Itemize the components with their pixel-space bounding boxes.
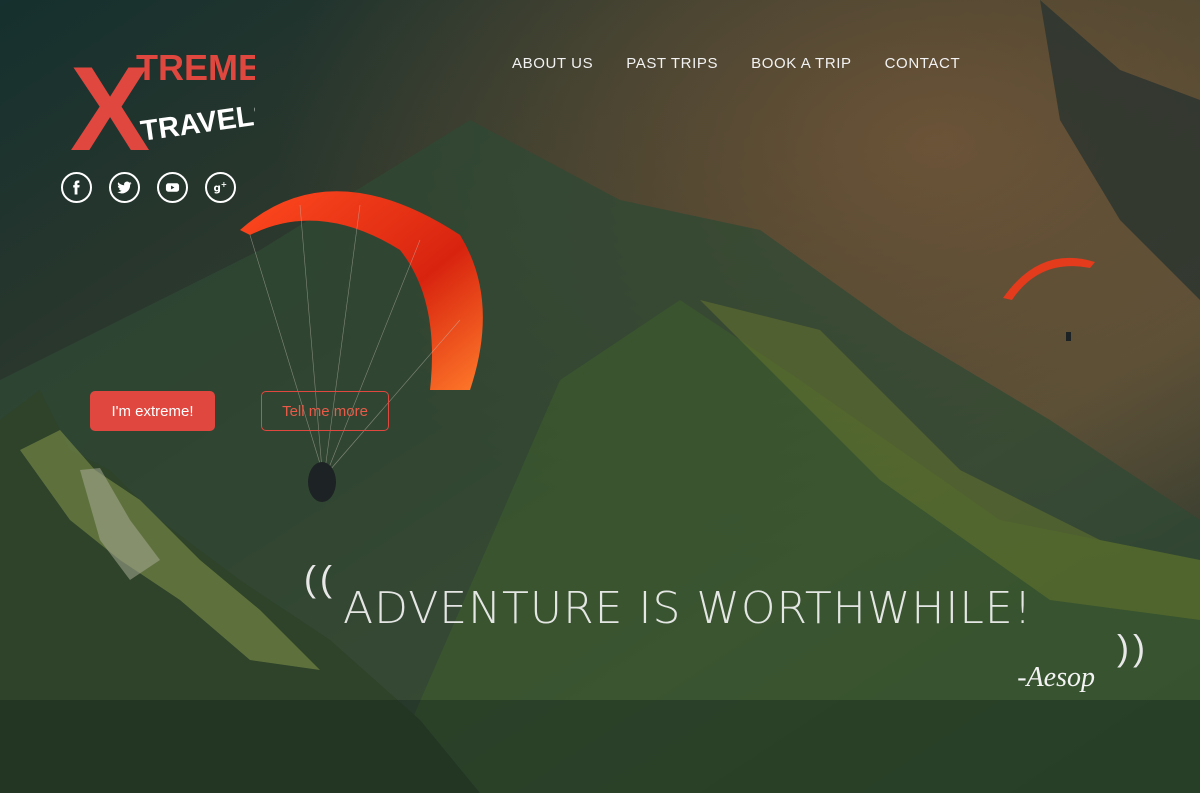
- twitter-icon[interactable]: [109, 172, 140, 203]
- logo-word-treme: TREME: [136, 47, 255, 88]
- xtreme-travels-logo[interactable]: X TREME TRAVELS: [70, 42, 275, 176]
- tell-me-more-button[interactable]: Tell me more: [261, 391, 389, 431]
- logo-graphic: X TREME TRAVELS: [70, 42, 275, 176]
- svg-text:g: g: [213, 183, 220, 195]
- main-navigation: ABOUT US PAST TRIPS BOOK A TRIP CONTACT: [512, 55, 993, 72]
- quote-close-mark: )): [1117, 627, 1149, 668]
- hero-quote: ADVENTURE IS WORTHWHILE!: [343, 583, 1033, 634]
- quote-open-mark: ((: [304, 558, 336, 599]
- nav-item-book-a-trip[interactable]: BOOK A TRIP: [751, 55, 852, 72]
- social-links: g +: [61, 172, 236, 203]
- svg-text:+: +: [221, 180, 227, 189]
- youtube-icon[interactable]: [157, 172, 188, 203]
- facebook-icon[interactable]: [61, 172, 92, 203]
- nav-item-about-us[interactable]: ABOUT US: [512, 55, 593, 72]
- quote-author: -Aesop: [1017, 662, 1095, 693]
- logo-word-travels: TRAVELS: [139, 98, 255, 148]
- nav-item-past-trips[interactable]: PAST TRIPS: [626, 55, 718, 72]
- im-extreme-button[interactable]: I'm extreme!: [90, 391, 215, 431]
- google-plus-icon[interactable]: g +: [205, 172, 236, 203]
- nav-item-contact[interactable]: CONTACT: [885, 55, 961, 72]
